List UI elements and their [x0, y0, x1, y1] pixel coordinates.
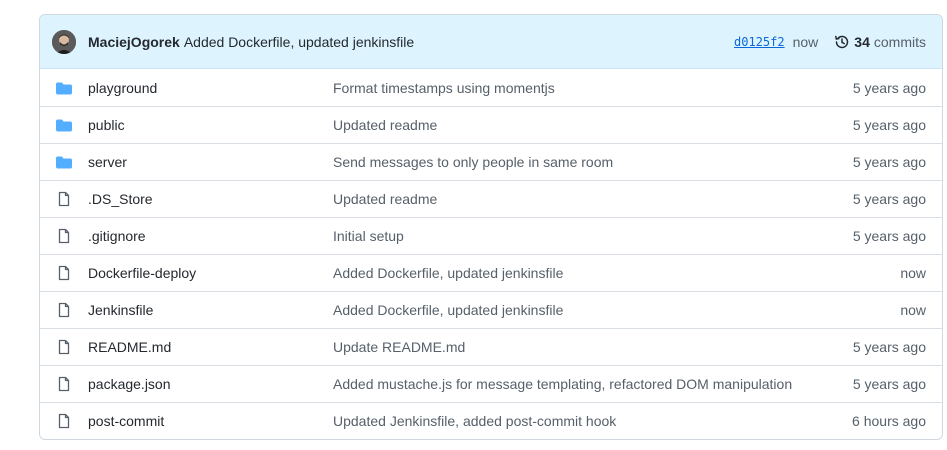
file-commit-age: 5 years ago: [852, 228, 926, 244]
file-name-link[interactable]: post-commit: [88, 413, 333, 429]
file-row-jenkinsfile[interactable]: Jenkinsfile Added Dockerfile, updated je…: [40, 291, 942, 328]
folder-icon: [56, 154, 72, 170]
file-icon: [56, 376, 72, 392]
file-commit-age: 5 years ago: [852, 376, 926, 392]
file-icon: [56, 265, 72, 281]
file-row-public[interactable]: public Updated readme 5 years ago: [40, 106, 942, 143]
history-icon: [834, 34, 850, 50]
commits-label: commits: [873, 33, 926, 50]
file-row-server[interactable]: server Send messages to only people in s…: [40, 143, 942, 180]
file-row-dockerfile-deploy[interactable]: Dockerfile-deploy Added Dockerfile, upda…: [40, 254, 942, 291]
file-name-link[interactable]: server: [88, 154, 333, 170]
file-commit-message-link[interactable]: Added Dockerfile, updated jenkinsfile: [333, 302, 888, 318]
avatar[interactable]: [52, 29, 76, 54]
latest-commit-bar: MaciejOgorek Added Dockerfile, updated j…: [40, 15, 942, 69]
file-icon: [56, 228, 72, 244]
file-commit-message-link[interactable]: Format timestamps using momentjs: [333, 80, 841, 96]
file-row-post-commit[interactable]: post-commit Updated Jenkinsfile, added p…: [40, 402, 942, 439]
file-commit-age: 5 years ago: [852, 191, 926, 207]
file-icon: [56, 302, 72, 318]
file-commit-message-link[interactable]: Updated Jenkinsfile, added post-commit h…: [333, 413, 840, 429]
file-row-readme-md[interactable]: README.md Update README.md 5 years ago: [40, 328, 942, 365]
file-name-link[interactable]: package.json: [88, 376, 333, 392]
file-commit-age: 5 years ago: [852, 79, 926, 96]
folder-icon: [56, 117, 72, 133]
file-browser: MaciejOgorek Added Dockerfile, updated j…: [39, 14, 943, 440]
file-icon: [56, 413, 72, 429]
commit-message-link[interactable]: Added Dockerfile, updated jenkinsfile: [184, 34, 414, 50]
file-commit-message-link[interactable]: Added Dockerfile, updated jenkinsfile: [333, 265, 888, 281]
file-name-link[interactable]: README.md: [88, 339, 333, 355]
file-commit-age: 5 years ago: [852, 339, 926, 355]
file-name-link[interactable]: public: [88, 117, 333, 133]
file-name-link[interactable]: Dockerfile-deploy: [88, 265, 333, 281]
file-name-link[interactable]: .gitignore: [88, 228, 333, 244]
commits-count: 34: [854, 33, 870, 50]
commits-history-link[interactable]: 34 commits: [834, 34, 926, 50]
file-commit-age: now: [900, 302, 926, 318]
file-name-link[interactable]: Jenkinsfile: [88, 302, 333, 318]
file-commit-message-link[interactable]: Initial setup: [333, 228, 841, 244]
commit-author-link[interactable]: MaciejOgorek: [88, 34, 180, 50]
file-commit-age: now: [900, 265, 926, 281]
commit-sha-link[interactable]: d0125f2: [734, 35, 785, 49]
file-icon: [56, 339, 72, 355]
file-commit-age: 5 years ago: [852, 154, 926, 170]
file-commit-message-link[interactable]: Update README.md: [333, 339, 841, 355]
file-commit-message-link[interactable]: Send messages to only people in same roo…: [333, 154, 841, 170]
file-list: playground Format timestamps using momen…: [40, 69, 942, 439]
file-name-link[interactable]: playground: [88, 80, 333, 96]
commit-meta: d0125f2 now 34 commits: [734, 34, 926, 50]
commit-time: now: [792, 33, 819, 50]
file-commit-message-link[interactable]: Added mustache.js for message templating…: [333, 376, 841, 392]
file-commit-age: 6 hours ago: [852, 413, 926, 429]
file-row-ds-store[interactable]: .DS_Store Updated readme 5 years ago: [40, 180, 942, 217]
file-row-package-json[interactable]: package.json Added mustache.js for messa…: [40, 365, 942, 402]
folder-icon: [56, 80, 72, 96]
file-commit-age: 5 years ago: [852, 117, 926, 133]
file-row-playground[interactable]: playground Format timestamps using momen…: [40, 69, 942, 106]
file-icon: [56, 191, 72, 207]
file-commit-message-link[interactable]: Updated readme: [333, 191, 841, 207]
file-commit-message-link[interactable]: Updated readme: [333, 117, 841, 133]
file-row-gitignore[interactable]: .gitignore Initial setup 5 years ago: [40, 217, 942, 254]
file-name-link[interactable]: .DS_Store: [88, 191, 333, 207]
